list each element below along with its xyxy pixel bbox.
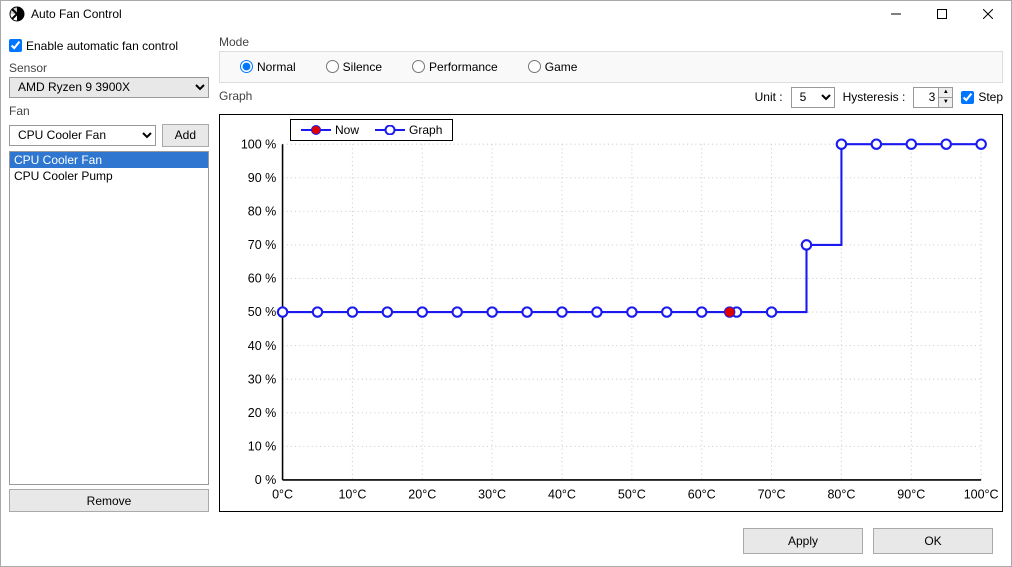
hysteresis-input[interactable] bbox=[914, 88, 938, 107]
remove-button[interactable]: Remove bbox=[9, 489, 209, 512]
svg-text:30 %: 30 % bbox=[248, 372, 277, 386]
svg-text:40°C: 40°C bbox=[548, 487, 576, 501]
footer: Apply OK bbox=[1, 520, 1011, 566]
fan-select[interactable]: CPU Cooler Fan bbox=[9, 125, 156, 146]
sensor-label: Sensor bbox=[9, 61, 209, 75]
step-checkbox[interactable]: Step bbox=[961, 90, 1003, 104]
maximize-button[interactable] bbox=[919, 1, 965, 27]
ok-button[interactable]: OK bbox=[873, 528, 993, 554]
fan-list-item[interactable]: CPU Cooler Fan bbox=[10, 152, 208, 168]
enable-checkbox[interactable]: Enable automatic fan control bbox=[9, 35, 209, 55]
sensor-group: Sensor AMD Ryzen 9 3900X bbox=[9, 61, 209, 98]
mode-radio-silence[interactable]: Silence bbox=[326, 60, 382, 74]
mode-radio-normal[interactable]: Normal bbox=[240, 60, 296, 74]
graph-box: Now Graph 0 % 10 % 20 % 30 % 40 % 50 % 60 % 70 … bbox=[219, 114, 1003, 512]
fan-list[interactable]: CPU Cooler FanCPU Cooler Pump bbox=[9, 151, 209, 485]
close-button[interactable] bbox=[965, 1, 1011, 27]
apply-button[interactable]: Apply bbox=[743, 528, 863, 554]
fan-list-item[interactable]: CPU Cooler Pump bbox=[10, 168, 208, 184]
svg-text:0 %: 0 % bbox=[255, 473, 277, 487]
mode-row: Normal Silence Performance Game bbox=[230, 58, 992, 76]
hysteresis-stepper[interactable]: ▲ ▼ bbox=[913, 87, 953, 108]
svg-text:90°C: 90°C bbox=[897, 487, 925, 501]
hysteresis-up[interactable]: ▲ bbox=[938, 88, 952, 98]
right-panel: Mode Normal Silence Performance Game Graph … bbox=[219, 35, 1003, 512]
content: Enable automatic fan control Sensor AMD … bbox=[1, 27, 1011, 520]
window: Auto Fan Control Enable automatic fan co… bbox=[0, 0, 1012, 567]
minimize-button[interactable] bbox=[873, 1, 919, 27]
graph-header: Graph Unit : 5 Hysteresis : ▲ ▼ Step bbox=[219, 87, 1003, 108]
svg-text:80°C: 80°C bbox=[827, 487, 855, 501]
hysteresis-down[interactable]: ▼ bbox=[938, 98, 952, 107]
fan-group: Fan CPU Cooler Fan Add CPU Cooler FanCPU… bbox=[9, 104, 209, 512]
svg-text:10 %: 10 % bbox=[248, 439, 277, 453]
fan-row: CPU Cooler Fan Add bbox=[9, 124, 209, 147]
app-icon bbox=[9, 6, 25, 22]
svg-text:50°C: 50°C bbox=[618, 487, 646, 501]
unit-select[interactable]: 5 bbox=[791, 87, 835, 108]
svg-text:0°C: 0°C bbox=[272, 487, 293, 501]
step-checkbox-input[interactable] bbox=[961, 91, 974, 104]
titlebar: Auto Fan Control bbox=[1, 1, 1011, 27]
legend-now: Now bbox=[301, 123, 359, 137]
sensor-select[interactable]: AMD Ryzen 9 3900X bbox=[9, 77, 209, 98]
add-button[interactable]: Add bbox=[162, 124, 209, 147]
svg-text:10°C: 10°C bbox=[338, 487, 366, 501]
legend: Now Graph bbox=[290, 119, 453, 141]
unit-label: Unit : bbox=[755, 90, 783, 104]
fan-label: Fan bbox=[9, 104, 209, 118]
step-checkbox-label: Step bbox=[978, 90, 1003, 104]
mode-group: Mode Normal Silence Performance Game bbox=[219, 35, 1003, 83]
svg-text:60 %: 60 % bbox=[248, 271, 277, 285]
svg-text:100°C: 100°C bbox=[964, 487, 999, 501]
svg-text:20°C: 20°C bbox=[408, 487, 436, 501]
svg-text:100 %: 100 % bbox=[241, 137, 276, 151]
window-buttons bbox=[873, 1, 1011, 27]
svg-text:90 %: 90 % bbox=[248, 171, 277, 185]
svg-text:50 %: 50 % bbox=[248, 305, 277, 319]
left-panel: Enable automatic fan control Sensor AMD … bbox=[9, 35, 209, 512]
mode-label: Mode bbox=[219, 35, 1003, 49]
window-title: Auto Fan Control bbox=[31, 7, 873, 21]
svg-text:80 %: 80 % bbox=[248, 204, 277, 218]
graph-svg[interactable]: 0 % 10 % 20 % 30 % 40 % 50 % 60 % 70 % 80 % 90 % 1… bbox=[220, 115, 1002, 511]
hysteresis-label: Hysteresis : bbox=[843, 90, 906, 104]
svg-text:20 %: 20 % bbox=[248, 406, 277, 420]
graph-label: Graph bbox=[219, 89, 747, 103]
enable-checkbox-label: Enable automatic fan control bbox=[26, 39, 178, 53]
legend-graph: Graph bbox=[375, 123, 442, 137]
mode-box: Normal Silence Performance Game bbox=[219, 51, 1003, 83]
enable-checkbox-input[interactable] bbox=[9, 39, 22, 52]
svg-text:60°C: 60°C bbox=[688, 487, 716, 501]
svg-text:30°C: 30°C bbox=[478, 487, 506, 501]
mode-radio-game[interactable]: Game bbox=[528, 60, 578, 74]
svg-text:40 %: 40 % bbox=[248, 339, 277, 353]
mode-radio-performance[interactable]: Performance bbox=[412, 60, 498, 74]
svg-text:70 %: 70 % bbox=[248, 238, 277, 252]
svg-text:70°C: 70°C bbox=[758, 487, 786, 501]
